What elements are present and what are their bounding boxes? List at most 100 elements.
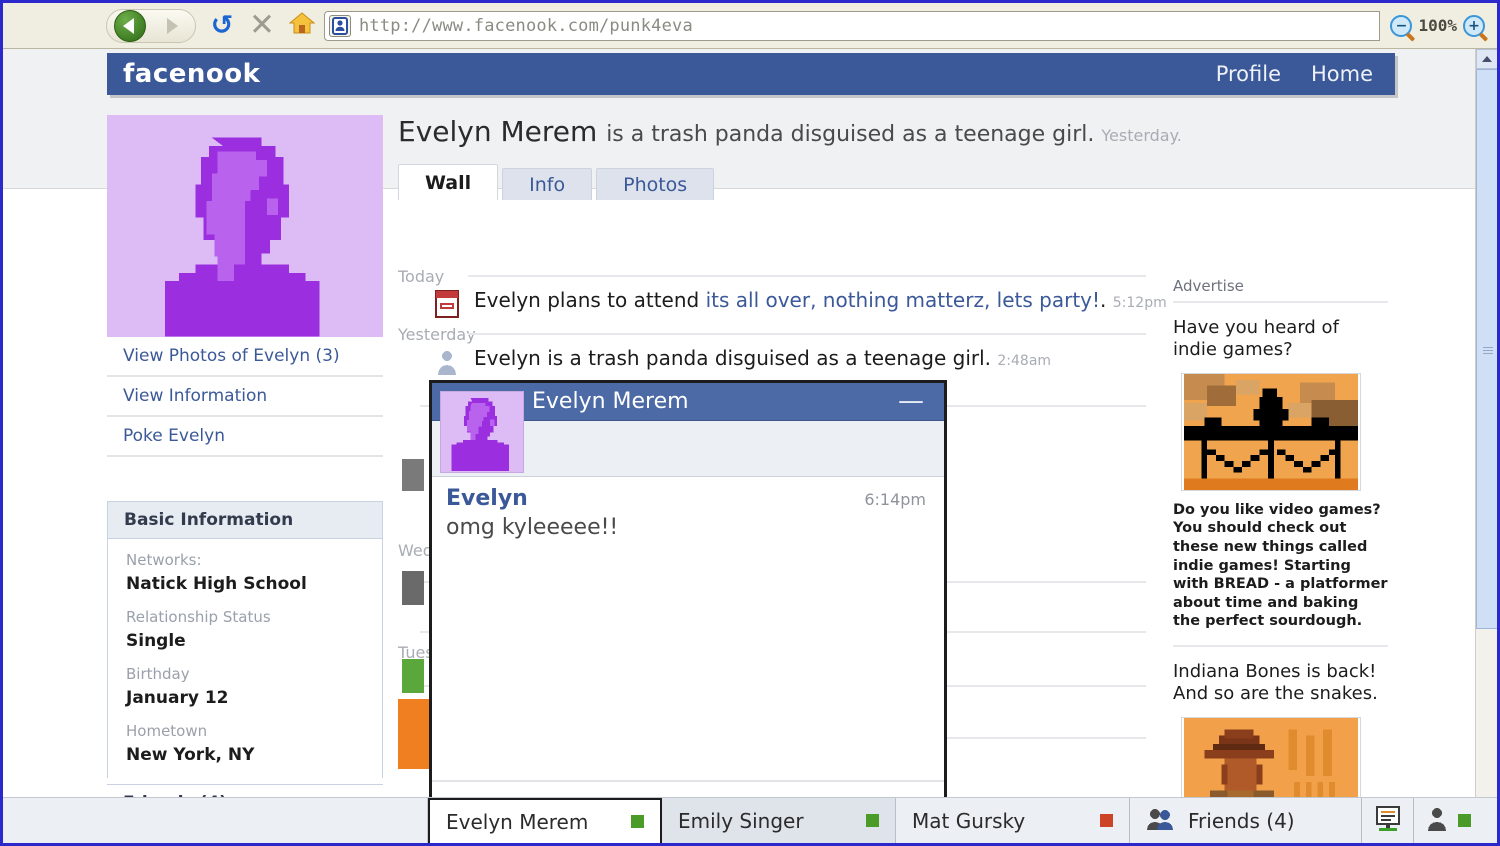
status-badge-busy (1100, 814, 1113, 827)
advertise-heading: Advertise (1173, 277, 1388, 303)
tab-wall[interactable]: Wall (398, 164, 499, 200)
ad-body: Do you like video games? You should chec… (1173, 501, 1388, 630)
page-viewport: facenook Profile Home View Photos of Eve… (3, 49, 1497, 843)
taskbar-friends-label: Friends (4) (1188, 808, 1295, 833)
wall-day-today: Today (398, 267, 445, 286)
wall-post-time: 5:12pm (1112, 295, 1167, 311)
basic-information-panel: Basic Information Networks: Natick High … (107, 501, 383, 778)
chat-message-text: omg kyleeeee!! (446, 515, 619, 540)
forward-icon (166, 17, 178, 34)
info-label: Relationship Status (126, 608, 271, 627)
notifications-icon (1373, 805, 1403, 837)
chat-message-list: Evelyn 6:14pm omg kyleeeee!! (432, 478, 944, 780)
forward-button[interactable] (151, 11, 193, 41)
profile-main: Evelyn Merem is a trash panda disguised … (398, 115, 1182, 200)
site-header: facenook Profile Home (107, 53, 1395, 95)
scrollbar-thumb[interactable] (1476, 69, 1497, 629)
toolbar-left-gap (3, 3, 106, 48)
link-view-photos[interactable]: View Photos of Evelyn (3) (107, 337, 383, 377)
profile-tabs: Wall Info Photos (398, 164, 1158, 200)
wall-post-prefix: Evelyn is a trash panda disguised as a t… (474, 346, 992, 370)
wall-post-text: Evelyn is a trash panda disguised as a t… (474, 347, 1051, 369)
scroll-up-button[interactable] (1476, 49, 1497, 69)
indie-game-pixel-art-icon (1184, 373, 1358, 490)
friends-icon (1146, 807, 1174, 835)
ad-sidebar: Advertise Have you heard of indie games? (1173, 277, 1388, 843)
address-bar[interactable]: http://www.facenook.com/punk4eva (324, 10, 1381, 41)
chat-taskbar: Evelyn Merem Emily Singer Mat Gursky Fri… (3, 797, 1497, 843)
status-badge-online (1458, 814, 1471, 827)
home-button[interactable] (282, 6, 322, 46)
profile-picture[interactable] (107, 115, 383, 337)
avatar-silhouette-icon (107, 115, 383, 337)
profile-status-time: Yesterday. (1101, 126, 1182, 145)
browser-window: ↺ ✕ http://www.facenook.com/punk4eva − 1… (0, 0, 1500, 846)
info-value: Natick High School (126, 573, 307, 594)
page-scrollbar[interactable] (1475, 49, 1497, 843)
wall-post-text: Evelyn plans to attend its all over, not… (474, 289, 1167, 311)
zoom-out-button[interactable]: − (1390, 14, 1413, 37)
wall-post-suffix: . (1100, 288, 1107, 312)
scrollbar-grip-icon (1483, 345, 1493, 354)
taskbar-tab-mat-gursky[interactable]: Mat Gursky (896, 798, 1130, 843)
chat-avatar (440, 391, 524, 473)
zoom-controls: − 100% + (1386, 14, 1497, 37)
nav-pill (106, 8, 196, 43)
link-view-information[interactable]: View Information (107, 377, 383, 417)
site-logo[interactable]: facenook (123, 59, 260, 89)
info-value: Single (126, 630, 186, 651)
taskbar-tab-label: Mat Gursky (912, 808, 1026, 833)
stop-button[interactable]: ✕ (242, 6, 282, 46)
info-field-relationship: Relationship Status Single (108, 606, 382, 663)
wall-post: Evelyn is a trash panda disguised as a t… (432, 347, 1051, 377)
zoom-in-icon: + (1468, 17, 1480, 34)
profile-status-text: is a trash panda disguised as a teenage … (606, 122, 1095, 147)
wall-post: Evelyn plans to attend its all over, not… (432, 289, 1167, 319)
link-poke-evelyn[interactable]: Poke Evelyn (107, 417, 383, 457)
taskbar-tab-evelyn-merem[interactable]: Evelyn Merem (428, 798, 662, 843)
tab-info[interactable]: Info (502, 168, 593, 200)
info-value: New York, NY (126, 744, 255, 765)
zoom-out-icon: − (1395, 17, 1408, 34)
tab-photos[interactable]: Photos (596, 168, 715, 200)
avatar-silhouette-icon (441, 393, 523, 471)
user-icon[interactable] (1426, 806, 1448, 836)
home-icon (288, 10, 316, 41)
ad-title: Have you heard of indie games? (1173, 317, 1339, 360)
taskbar-spacer (3, 798, 428, 843)
chat-message-sender: Evelyn (446, 486, 528, 511)
event-icon (432, 289, 462, 319)
info-field-networks: Networks: Natick High School (108, 549, 382, 606)
wall-post-link[interactable]: its all over, nothing matterz, lets part… (706, 288, 1100, 312)
basic-information-list: Networks: Natick High School Relationshi… (108, 539, 382, 778)
ad-indie-games[interactable]: Have you heard of indie games? Do you li… (1173, 303, 1388, 631)
site-nav: Profile Home (1216, 62, 1373, 86)
zoom-level-label: 100% (1418, 16, 1457, 35)
nav-item-home[interactable]: Home (1311, 62, 1373, 86)
zoom-in-button[interactable]: + (1463, 14, 1485, 37)
page-title: Evelyn Merem (398, 115, 598, 148)
chat-window: Evelyn Merem — Evelyn 6:14pm omg kyleeee… (430, 381, 946, 843)
close-icon: ✕ (249, 7, 275, 43)
chat-message-time: 6:14pm (864, 490, 926, 509)
basic-information-heading: Basic Information (108, 502, 382, 539)
wall-post-time: 2:48am (997, 353, 1052, 369)
url-text: http://www.facenook.com/punk4eva (359, 15, 693, 36)
info-field-birthday: Birthday January 12 (108, 663, 382, 720)
info-field-hometown: Hometown New York, NY (108, 720, 382, 777)
ad-image-indie-games (1181, 372, 1361, 491)
profile-status-line: Evelyn Merem is a trash panda disguised … (398, 115, 1182, 148)
back-button[interactable] (109, 9, 151, 42)
ad-title: Indiana Bones is back! And so are the sn… (1173, 660, 1378, 704)
reload-button[interactable]: ↺ (202, 6, 242, 46)
status-badge-online (866, 814, 879, 827)
taskbar-notifications-button[interactable] (1362, 798, 1414, 843)
taskbar-tab-label: Evelyn Merem (446, 809, 589, 834)
profile-sidebar: View Photos of Evelyn (3) View Informati… (107, 115, 383, 806)
taskbar-friends-button[interactable]: Friends (4) (1130, 798, 1362, 843)
taskbar-user-area (1414, 798, 1497, 843)
taskbar-tab-emily-singer[interactable]: Emily Singer (662, 798, 896, 843)
chat-minimize-button[interactable]: — (898, 388, 924, 413)
nav-item-profile[interactable]: Profile (1216, 62, 1281, 86)
wall-day-yesterday: Yesterday (398, 325, 476, 344)
